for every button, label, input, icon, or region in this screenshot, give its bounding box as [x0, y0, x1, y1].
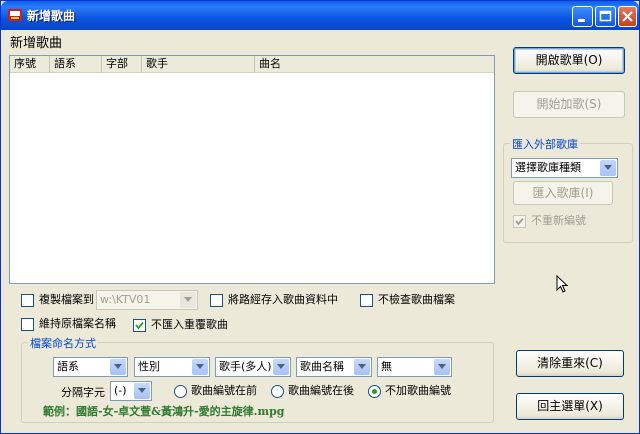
import-songbank-button[interactable]: 匯入歌庫(I) — [513, 181, 613, 205]
songbank-type-select[interactable]: 選擇歌庫種類 — [511, 158, 618, 178]
no-duplicate-label: 不匯入重覆歌曲 — [151, 318, 228, 331]
naming-group-legend: 檔案命名方式 — [28, 335, 98, 351]
start-add-button[interactable]: 開始加歌(S) — [513, 91, 625, 118]
checkbox-box — [21, 317, 34, 331]
maximize-icon — [599, 10, 612, 22]
naming-field-4-value: 歌曲名稱 — [300, 360, 344, 373]
no-number-radio[interactable]: 不加歌曲編號 — [368, 384, 451, 398]
naming-field-2-value: 性別 — [138, 360, 160, 373]
no-renumber-checkbox[interactable]: 不重新編號 — [513, 214, 586, 228]
separator-label: 分隔字元 — [61, 386, 105, 399]
radio-dot-selected — [368, 384, 381, 398]
dropdown-arrow-icon — [180, 292, 196, 308]
close-button[interactable] — [618, 6, 637, 27]
dropdown-arrow-icon — [354, 359, 370, 375]
dropdown-arrow-icon — [600, 160, 616, 176]
minimize-icon — [578, 19, 585, 22]
naming-field-2-select[interactable]: 性別 — [134, 357, 210, 377]
number-before-radio[interactable]: 歌曲編號在前 — [174, 384, 257, 398]
naming-field-3-select[interactable]: 歌手(多人) — [215, 357, 291, 377]
checkbox-box — [210, 293, 223, 307]
number-after-label: 歌曲編號在後 — [288, 384, 354, 397]
radio-dot — [271, 384, 284, 398]
main-menu-button[interactable]: 回主選單(X) — [516, 393, 624, 420]
dropdown-arrow-icon — [434, 359, 450, 375]
column-header-strokes[interactable]: 字部 — [102, 56, 142, 73]
import-group-legend: 匯入外部歌庫 — [510, 136, 580, 152]
maximize-button[interactable] — [595, 6, 616, 27]
save-path-checkbox[interactable]: 將路經存入歌曲資料中 — [210, 293, 338, 307]
naming-field-5-value: 無 — [381, 360, 392, 373]
naming-field-5-select[interactable]: 無 — [377, 357, 452, 377]
no-check-files-label: 不檢查歌曲檔案 — [378, 293, 455, 306]
page-title: 新增歌曲 — [10, 36, 63, 51]
no-renumber-label: 不重新編號 — [531, 214, 586, 227]
naming-field-1-select[interactable]: 語系 — [53, 357, 128, 377]
separator-value: (-) — [114, 384, 127, 397]
window-title: 新增歌曲 — [27, 9, 76, 23]
keep-filename-label: 維持原檔案名稱 — [39, 317, 116, 330]
naming-field-1-value: 語系 — [57, 360, 79, 373]
copy-file-label: 複製檔案到 — [39, 293, 94, 306]
separator-select[interactable]: (-) — [110, 381, 152, 401]
open-playlist-button[interactable]: 開啟歌單(O) — [513, 47, 625, 74]
radio-dot — [174, 384, 187, 398]
song-list[interactable]: 序號 語系 字部 歌手 曲名 — [9, 55, 495, 284]
no-number-label: 不加歌曲編號 — [385, 384, 451, 397]
naming-example-text: 範例：國語-女-卓文萱&黃鴻升-愛的主旋律.mpg — [43, 405, 285, 418]
column-header-song-name[interactable]: 曲名 — [255, 56, 494, 73]
checkbox-box — [21, 293, 34, 307]
title-bar[interactable]: 新增歌曲 — [1, 1, 639, 30]
keep-filename-checkbox[interactable]: 維持原檔案名稱 — [21, 317, 116, 331]
song-list-header: 序號 語系 字部 歌手 曲名 — [10, 56, 494, 73]
clear-reset-button[interactable]: 清除重來(C) — [516, 350, 624, 377]
column-header-singer[interactable]: 歌手 — [142, 56, 255, 73]
number-after-radio[interactable]: 歌曲編號在後 — [271, 384, 354, 398]
add-song-window: 新增歌曲 新增歌曲 序號 語系 字部 歌手 曲名 開啟歌單(O) 開始加歌(S)… — [0, 0, 640, 434]
no-duplicate-checkbox[interactable]: 不匯入重覆歌曲 — [133, 318, 228, 332]
dropdown-arrow-icon — [134, 383, 150, 399]
copy-path-select[interactable]: w:\KTV01 — [96, 290, 198, 310]
copy-path-value: w:\KTV01 — [100, 293, 151, 306]
minimize-button[interactable] — [572, 6, 593, 27]
checkbox-box — [513, 214, 526, 228]
mouse-cursor-icon — [556, 275, 568, 293]
app-icon — [8, 9, 22, 21]
dropdown-arrow-icon — [273, 359, 289, 375]
songbank-type-value: 選擇歌庫種類 — [515, 161, 581, 174]
column-header-language[interactable]: 語系 — [50, 56, 102, 73]
naming-field-3-value: 歌手(多人) — [219, 360, 272, 373]
dropdown-arrow-icon — [110, 359, 126, 375]
save-path-label: 將路經存入歌曲資料中 — [228, 293, 338, 306]
column-header-number[interactable]: 序號 — [10, 56, 50, 73]
checkbox-box — [133, 318, 146, 332]
dropdown-arrow-icon — [192, 359, 208, 375]
close-icon — [622, 11, 633, 22]
naming-field-4-select[interactable]: 歌曲名稱 — [296, 357, 372, 377]
checkbox-box — [360, 293, 373, 307]
no-check-files-checkbox[interactable]: 不檢查歌曲檔案 — [360, 293, 455, 307]
copy-file-checkbox[interactable]: 複製檔案到 — [21, 293, 94, 307]
number-before-label: 歌曲編號在前 — [191, 384, 257, 397]
